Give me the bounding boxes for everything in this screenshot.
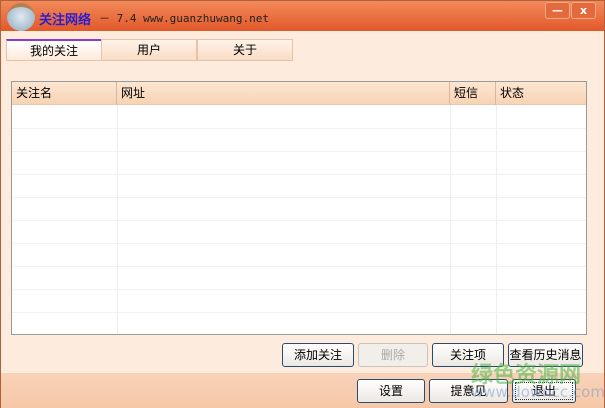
column-header-url[interactable]: 网址 <box>117 82 450 105</box>
close-button[interactable]: x <box>571 2 596 19</box>
tab-my-follows[interactable]: 我的关注 <box>6 39 102 61</box>
grid-line <box>12 289 586 290</box>
column-header-sms[interactable]: 短信 <box>450 82 496 105</box>
app-name: 关注网络 <box>39 13 92 28</box>
minimize-button[interactable]: — <box>545 2 570 19</box>
follow-items-button[interactable]: 关注项 <box>432 343 504 367</box>
exit-button[interactable]: 退出 <box>512 379 576 403</box>
title-bar: 关注网络 － 7.4 www.guanzhuwang.net — x <box>1 1 604 31</box>
tab-users[interactable]: 用户 <box>101 39 197 61</box>
main-window: 关注网络 － 7.4 www.guanzhuwang.net — x 我的关注 … <box>0 0 605 408</box>
grid-line <box>12 151 586 152</box>
grid-line <box>12 220 586 221</box>
grid-line <box>12 266 586 267</box>
grid-line <box>12 312 586 313</box>
follow-list[interactable]: 关注名 网址 短信 状态 <box>11 81 587 335</box>
grid-line <box>12 174 586 175</box>
feedback-button[interactable]: 提意见 <box>429 379 508 403</box>
app-version: － 7.4 www.guanzhuwang.net <box>99 12 269 25</box>
grid-line <box>12 197 586 198</box>
delete-button[interactable]: 删除 <box>358 343 428 367</box>
add-follow-button[interactable]: 添加关注 <box>282 343 354 367</box>
settings-button[interactable]: 设置 <box>357 379 425 403</box>
view-history-button[interactable]: 查看历史消息 <box>508 343 583 367</box>
app-logo-icon <box>7 3 35 31</box>
grid-line <box>12 128 586 129</box>
grid-line <box>12 243 586 244</box>
tab-about[interactable]: 关于 <box>197 39 293 61</box>
column-header-status[interactable]: 状态 <box>496 82 586 105</box>
column-header-name[interactable]: 关注名 <box>12 82 117 105</box>
list-header: 关注名 网址 短信 状态 <box>12 82 586 105</box>
